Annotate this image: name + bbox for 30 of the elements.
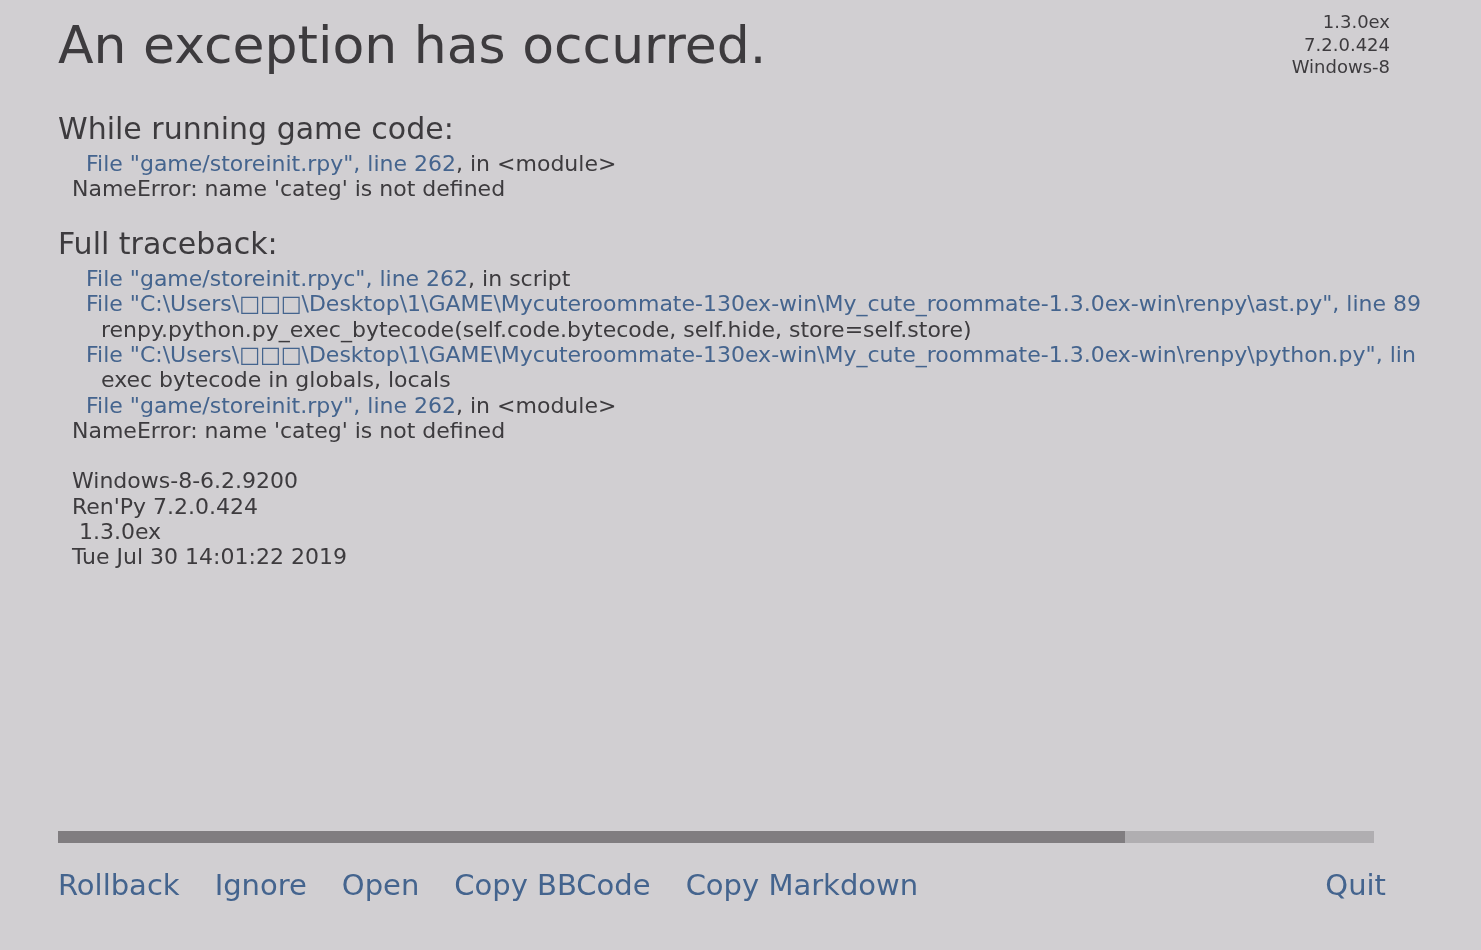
action-button[interactable]: Ignore bbox=[214, 868, 307, 902]
code-line: renpy.python.py_exec_bytecode(self.code.bytecode, self.hide, store=self.store) bbox=[101, 316, 972, 342]
action-button[interactable]: Copy Markdown bbox=[685, 868, 919, 902]
system-info-line: Ren'Py 7.2.0.424 bbox=[72, 493, 259, 520]
file-link[interactable]: File "game/storeinit.rpy", line 262 bbox=[86, 392, 456, 418]
error-title: An exception has occurred. bbox=[58, 15, 767, 75]
file-link[interactable]: File "game/storeinit.rpyc", line 262 bbox=[86, 266, 469, 292]
error-message: NameError: name 'categ' is not defined bbox=[72, 417, 506, 444]
code-line: exec bytecode in globals, locals bbox=[101, 367, 451, 393]
scrollbar-thumb[interactable] bbox=[58, 831, 1126, 843]
version-text: Windows-8 bbox=[1291, 56, 1390, 79]
version-text: 1.3.0ex bbox=[1322, 11, 1390, 34]
system-info-line: 1.3.0ex bbox=[78, 519, 162, 545]
traceback-line: File "game/storeinit.rpy", line 262, in <module> bbox=[86, 392, 617, 418]
action-button[interactable]: Rollback bbox=[58, 868, 180, 902]
file-link[interactable]: File "C:\Users\□□□\Desktop\1\GAME\Mycuteroommate-130ex-win\My_cute_roommate-1.3.0ex-win\renpy\ast.py", line 89 bbox=[86, 291, 1421, 317]
file-link[interactable]: File "game/storeinit.rpy", line 262 bbox=[86, 151, 456, 176]
section-heading: Full traceback: bbox=[58, 225, 278, 261]
horizontal-scrollbar[interactable] bbox=[58, 831, 1374, 843]
version-text: 7.2.0.424 bbox=[1304, 33, 1390, 56]
quit-button[interactable]: Quit bbox=[1325, 868, 1386, 902]
file-link[interactable]: File "C:\Users\□□□\Desktop\1\GAME\Mycuteroommate-130ex-win\My_cute_roommate-1.3.0ex-win\renpy\python.py", lin bbox=[86, 342, 1416, 367]
system-info-line: Tue Jul 30 14:01:22 2019 bbox=[72, 544, 347, 570]
traceback-line: File "game/storeinit.rpy", line 262, in <module> bbox=[86, 151, 617, 177]
error-message: NameError: name 'categ' is not defined bbox=[72, 176, 506, 202]
action-button[interactable]: Copy BBCode bbox=[454, 868, 651, 902]
action-button[interactable]: Open bbox=[341, 868, 420, 902]
section-heading: While running game code: bbox=[58, 110, 454, 146]
traceback-line: File "game/storeinit.rpyc", line 262, in script bbox=[86, 266, 571, 292]
system-info-line: Windows-8-6.2.9200 bbox=[72, 468, 299, 494]
